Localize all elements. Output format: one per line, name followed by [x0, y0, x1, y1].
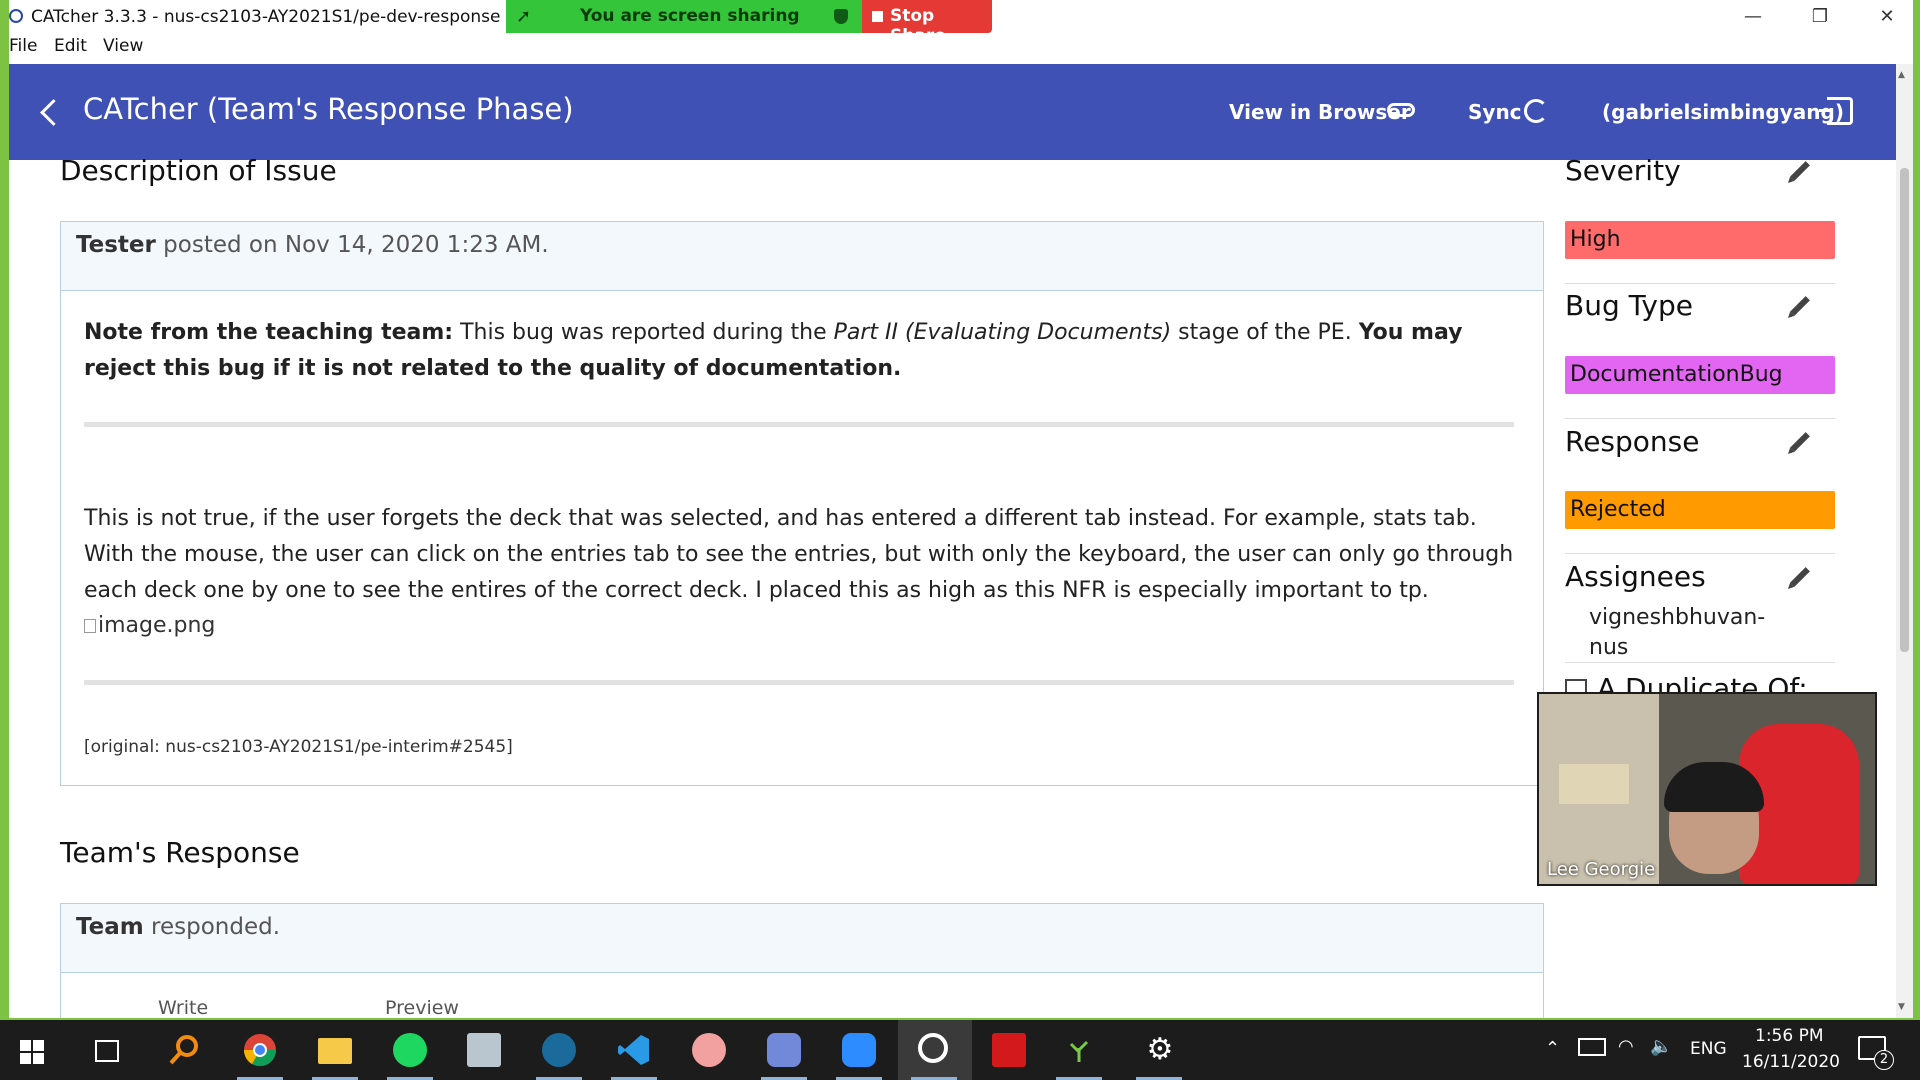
assignee-name: vigneshbhuvan- nus: [1589, 603, 1765, 663]
video-background: [1559, 764, 1629, 804]
show-hidden-icons-icon[interactable]: ⌃: [1545, 1038, 1560, 1059]
menu-edit[interactable]: Edit: [54, 36, 87, 56]
original-issue-ref: [original: nus-cs2103-AY2021S1/pe-interi…: [84, 737, 513, 757]
catcher-app-icon: [9, 9, 23, 23]
scanner-icon[interactable]: [467, 1033, 501, 1067]
shield-icon: [834, 9, 848, 24]
language-indicator[interactable]: ENG: [1690, 1039, 1727, 1059]
drag-handle-icon[interactable]: ➚: [516, 6, 531, 27]
assignee-line-2: nus: [1589, 635, 1629, 660]
screen-sharing-banner[interactable]: ➚ You are screen sharing: [506, 0, 862, 33]
sync-button[interactable]: Sync: [1468, 100, 1522, 124]
scrollbar-thumb[interactable]: [1900, 168, 1909, 652]
minimize-button[interactable]: —: [1733, 4, 1773, 30]
edit-assignees-icon[interactable]: [1790, 567, 1810, 587]
link-icon[interactable]: [1387, 103, 1415, 117]
assignee-line-1: vigneshbhuvan-: [1589, 605, 1766, 630]
response-author: Team: [76, 914, 144, 940]
issue-card-header: Tester posted on Nov 14, 2020 1:23 AM.: [61, 222, 1543, 291]
response-status: responded.: [143, 914, 281, 940]
note-text: This bug was reported during the: [453, 320, 834, 345]
stop-share-button[interactable]: Stop Share: [862, 0, 992, 46]
response-chip: Rejected: [1565, 491, 1835, 529]
settings-icon[interactable]: ⚙: [1143, 1033, 1177, 1067]
note-stage: Part II (Evaluating Documents): [833, 320, 1172, 345]
broken-image-icon: [84, 619, 96, 633]
team-response-section-title: Team's Response: [60, 836, 300, 869]
note-label: Note from the teaching team:: [84, 320, 454, 345]
tab-write[interactable]: Write: [158, 997, 208, 1018]
back-arrow-icon[interactable]: [40, 99, 67, 126]
battery-icon[interactable]: [1578, 1038, 1606, 1056]
logout-icon[interactable]: [1819, 97, 1853, 125]
edit-response-icon[interactable]: [1790, 432, 1810, 452]
windows-start-icon[interactable]: [20, 1040, 44, 1064]
app-header: CATcher (Team's Response Phase) View in …: [9, 64, 1896, 160]
stop-icon: [872, 11, 883, 22]
divider: [1565, 418, 1835, 419]
scroll-down-icon[interactable]: ▼: [1898, 1002, 1905, 1012]
video-participant-tile[interactable]: Lee Georgie: [1537, 692, 1877, 886]
catcher-icon[interactable]: [918, 1033, 948, 1063]
broken-image: image.png: [84, 613, 215, 638]
divider: [1565, 283, 1835, 284]
edit-severity-icon[interactable]: [1790, 161, 1810, 181]
response-card-header: Team responded.: [61, 904, 1543, 973]
close-button[interactable]: ✕: [1867, 4, 1907, 30]
note-text-2: stage of the PE.: [1171, 320, 1359, 345]
menu-view[interactable]: View: [103, 36, 143, 56]
search-icon[interactable]: [167, 1033, 201, 1067]
wifi-icon[interactable]: ◠: [1618, 1036, 1634, 1057]
paint-icon[interactable]: [692, 1033, 726, 1067]
divider: [1565, 662, 1835, 663]
issue-posted-date: posted on Nov 14, 2020 1:23 AM.: [155, 232, 549, 258]
view-in-browser-button[interactable]: View in Browser: [1229, 100, 1411, 124]
edit-bug-type-icon[interactable]: [1790, 296, 1810, 316]
divider: [84, 680, 1514, 685]
discord-icon[interactable]: [767, 1033, 801, 1067]
issue-body: This is not true, if the user forgets th…: [84, 506, 1514, 603]
acrobat-icon[interactable]: [992, 1033, 1026, 1067]
image-alt-text: image.png: [98, 613, 216, 638]
participant-name: Lee Georgie: [1547, 859, 1656, 880]
divider: [84, 422, 1514, 427]
assignees-title: Assignees: [1565, 560, 1706, 593]
response-card: Team responded. Write Preview: [60, 903, 1544, 1018]
description-section-title: Description of Issue: [60, 154, 337, 187]
severity-chip: High: [1565, 221, 1835, 259]
task-view-icon[interactable]: [95, 1040, 119, 1062]
volume-icon[interactable]: 🔈: [1650, 1036, 1672, 1057]
window-title: CATcher 3.3.3 - nus-cs2103-AY2021S1/pe-d…: [31, 7, 501, 27]
bug-type-chip: DocumentationBug: [1565, 356, 1835, 394]
spotify-icon[interactable]: [393, 1033, 427, 1067]
zoom-icon[interactable]: [842, 1033, 876, 1067]
user-logout-button[interactable]: (gabrielsimbingyang): [1602, 100, 1844, 124]
issue-author: Tester: [76, 232, 156, 258]
taskbar: ⚙ ⌃ ◠ 🔈 ENG 1:56 PM 16/11/2020 2: [0, 1020, 1920, 1080]
clock-date[interactable]: 16/11/2020: [1742, 1052, 1840, 1072]
severity-title: Severity: [1565, 154, 1681, 187]
chrome-icon[interactable]: [243, 1033, 277, 1067]
file-explorer-icon[interactable]: [318, 1038, 352, 1064]
steam-icon[interactable]: [542, 1033, 576, 1067]
tab-preview[interactable]: Preview: [385, 997, 459, 1018]
plant-app-icon[interactable]: [1068, 1038, 1090, 1062]
page-title: CATcher (Team's Response Phase): [83, 92, 574, 126]
screen-sharing-text: You are screen sharing: [580, 6, 800, 26]
clock-time[interactable]: 1:56 PM: [1755, 1026, 1824, 1046]
issue-card: Tester posted on Nov 14, 2020 1:23 AM. N…: [60, 221, 1544, 786]
bug-type-title: Bug Type: [1565, 289, 1693, 322]
restore-button[interactable]: ❐: [1800, 4, 1840, 30]
menu-file[interactable]: File: [9, 36, 37, 56]
stop-share-label: Stop Share: [890, 6, 946, 46]
vscode-icon[interactable]: [617, 1033, 651, 1067]
scroll-up-icon[interactable]: ▲: [1898, 70, 1905, 80]
notification-count-badge: 2: [1874, 1050, 1894, 1070]
divider: [1565, 553, 1835, 554]
teaching-team-note: Note from the teaching team: This bug wa…: [84, 315, 1514, 387]
response-title: Response: [1565, 425, 1700, 458]
sync-icon[interactable]: [1524, 99, 1548, 123]
